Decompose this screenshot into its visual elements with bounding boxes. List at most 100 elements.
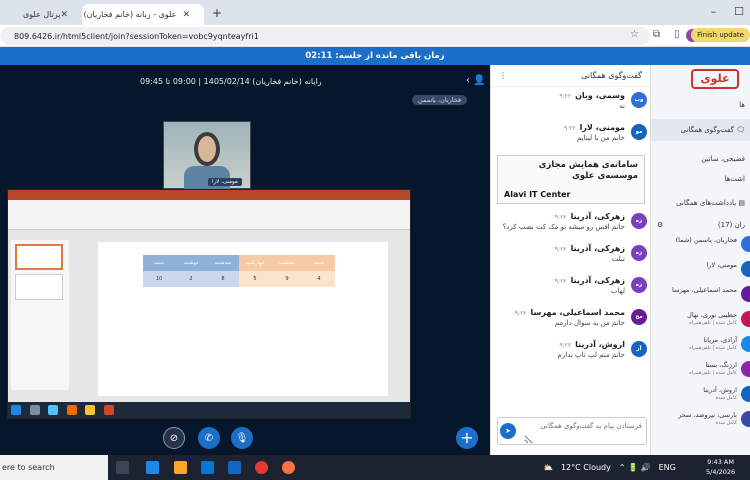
message-author: وسمی، وبان۹:۲۲ (497, 91, 625, 100)
chat-options-icon[interactable]: ⋮ (499, 71, 507, 80)
message-author-name: وسمی، وبان (575, 91, 625, 100)
message-text: خانم من با لپتاپم (577, 134, 625, 142)
avatar (741, 311, 750, 327)
message-time: ۹:۲۲ (563, 125, 576, 132)
user-list-item[interactable]: مومنی، لارا (651, 258, 750, 282)
system-line-3: Alavi IT Center (504, 190, 571, 199)
sidebar-item-shared-notes[interactable]: ▤ یادداشت‌های همگانی (651, 193, 750, 213)
message-author: زهرکی، آدرینا۹:۲۲ (497, 276, 625, 285)
firefox-icon (66, 405, 77, 415)
store-taskbar-icon[interactable] (201, 461, 214, 474)
user-list-item[interactable]: بارسی، نیروضد، سحر کامل شده (651, 408, 750, 432)
user-name: فخاریان، یاسمن (شما) (675, 236, 737, 244)
url-text: 809.6426.ir/html5client/join?sessionToke… (14, 31, 259, 41)
message-text: لهاب (610, 287, 625, 295)
users-header: ران (17) ⚙ (651, 217, 750, 233)
taskbar-search[interactable]: ere to search (0, 455, 108, 480)
chat-message: زه زهرکی، آدرینا۹:۲۲ خانم افس رو میشه تو م… (491, 208, 651, 240)
slide-table-header-cell: پنجشنبه (271, 255, 303, 271)
tab-portal[interactable]: ✕ پرتال علوی (0, 4, 82, 25)
avatar (741, 336, 750, 352)
presenter-badge: فخاریان، یاسمن (412, 95, 468, 105)
close-tab-icon[interactable]: ✕ (182, 10, 190, 20)
sidebar: علوی ها 🗨 گفت‌وگوی همگانی فضیحی، ساتین ا… (650, 65, 750, 455)
user-status: کامل شده | تلفن‌همراه (689, 370, 737, 376)
message-author-name: زهرکی، آدرینا (570, 276, 625, 285)
tray-icons[interactable]: ⌃ 🔋 🔊 (619, 463, 651, 472)
weather-text[interactable]: 12°C Cloudy (561, 463, 611, 472)
user-list-item[interactable]: آزادی، مریانا کامل شده | تلفن‌همراه (651, 333, 750, 357)
sidebar-item-private-chat[interactable]: فضیحی، ساتین (651, 149, 750, 169)
taskbar-clock[interactable]: 9:43 AM 5/4/2026 (706, 457, 735, 477)
chat-message: مو مومنی، لارا۹:۲۲ خانم من با لپتاپم (491, 119, 651, 151)
shared-windows-taskbar (8, 402, 410, 418)
slide-table-value-cell: 4 (303, 271, 335, 287)
avatar (741, 286, 750, 302)
explorer-taskbar-icon[interactable] (174, 461, 187, 474)
task-view-icon[interactable] (116, 461, 129, 474)
maximize-icon[interactable]: ☐ (734, 5, 744, 18)
avatar (741, 236, 750, 252)
microphone-icon: 🎙 (235, 432, 249, 444)
address-bar: 809.6426.ir/html5client/join?sessionToke… (0, 25, 750, 47)
slide-table-value-cell: 8 (207, 271, 239, 287)
chat-header: گفت‌وگوی همگانی ⋮ (491, 65, 650, 87)
chat-input[interactable] (524, 418, 646, 444)
language-indicator[interactable]: ENG (659, 463, 676, 472)
browser-tab-strip: ✕ پرتال علوی ✕ علوی - زبانه (خانم فخاریا… (0, 0, 750, 25)
settings-icon[interactable]: ⚙ (657, 217, 663, 233)
star-icon[interactable]: ☆ (630, 29, 639, 40)
mail-taskbar-icon[interactable] (228, 461, 241, 474)
user-status: کامل شده (715, 395, 737, 401)
url-field[interactable]: 809.6426.ir/html5client/join?sessionToke… (0, 27, 650, 45)
private-chat-label: فضیحی، ساتین (701, 155, 745, 163)
shared-notes-label: یادداشت‌های همگانی (676, 199, 737, 207)
presentation-area: رایانه (خانم فخاریان) 1405/02/14 | 09:00… (0, 65, 490, 455)
user-list-item[interactable]: فخاریان، یاسمن (شما) (651, 233, 750, 257)
avatar (741, 386, 750, 402)
chat-message: زه زهرکی، آدرینا۹:۲۲ لهاب (491, 272, 651, 304)
new-tab-icon[interactable]: + (212, 6, 222, 20)
slide-table-value-cell: 5 (239, 271, 271, 287)
avatar: آر (631, 341, 647, 357)
sidebar-section-messages: ها (739, 101, 745, 109)
tab-meeting[interactable]: ✕ علوی - زبانه (خانم فخاریان) I (82, 4, 204, 25)
chat-input-area: ➤ (497, 417, 647, 445)
finish-update-button[interactable]: Finish update (691, 28, 750, 42)
alavi-logo: علوی (691, 69, 739, 89)
audio-button[interactable]: ✆ (198, 427, 220, 449)
windows-taskbar: ere to search ⛅ 12°C Cloudy ⌃ 🔋 🔊 ENG 9:… (0, 455, 750, 480)
actions-button[interactable]: + (456, 427, 478, 449)
powerpoint-app-icon (103, 405, 114, 415)
toolbar-icons: ☆ ⧉ ▯ (630, 29, 680, 40)
user-name: بارسی، نیروضد، سحر (678, 411, 737, 419)
chat-message: زه زهرکی، آدرینا۹:۲۲ تبلت (491, 240, 651, 272)
sidebar-item-public-chat[interactable]: 🗨 گفت‌وگوی همگانی (651, 119, 750, 141)
slide-table-header-cell: شنبه (143, 255, 175, 271)
minimize-icon[interactable]: – (711, 5, 717, 18)
avatar: مو (631, 124, 647, 140)
message-author: مومنی، لارا۹:۲۲ (497, 123, 625, 132)
edge-taskbar-icon[interactable] (146, 461, 159, 474)
user-list-item[interactable]: ارژنگ، بستا کامل شده | تلفن‌همراه (651, 358, 750, 382)
firefox-taskbar-icon[interactable] (282, 461, 295, 474)
slide-table: شنبه دوشنبه سه‌شنبه چهارشنبه پنجشنبه جمعه 10 2… (143, 255, 335, 287)
user-list-item[interactable]: حظیبی نوری، نهال کامل شده | تلفن‌همراه (651, 308, 750, 332)
avatar: وب (631, 92, 647, 108)
user-list-item[interactable]: اروش، آدرینا کامل شده (651, 383, 750, 407)
webcam-video[interactable]: مومنی، لارا (163, 121, 251, 190)
users-toggle-icon[interactable]: ‹ 👤 (466, 75, 486, 86)
chrome-taskbar-icon[interactable] (255, 461, 268, 474)
message-author-name: اروش، آدرینا (575, 340, 625, 349)
user-name: ارژنگ، بستا (705, 361, 737, 369)
camera-toggle-button[interactable]: ⊘ (163, 427, 185, 449)
extensions-icon[interactable]: ⧉ (653, 29, 660, 40)
webcam-name-label: مومنی، لارا (208, 178, 242, 186)
sidebar-toggle-icon[interactable]: ▯ (674, 29, 680, 40)
user-list-item[interactable]: محمد اسماعیلی، مهرسا (651, 283, 750, 307)
send-button[interactable]: ➤ (500, 423, 516, 439)
microphone-button[interactable]: 🎙 (231, 427, 253, 449)
slide-table-value-cell: 10 (143, 271, 175, 287)
avatar: زه (631, 213, 647, 229)
close-tab-icon[interactable]: ✕ (60, 10, 68, 20)
